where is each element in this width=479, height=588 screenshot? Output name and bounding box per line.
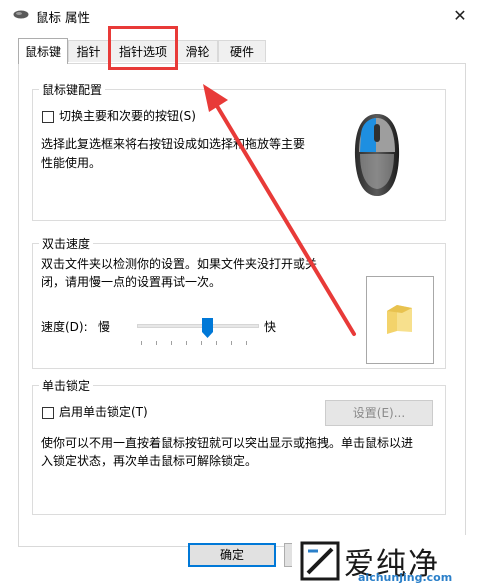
slider-tick — [156, 341, 157, 345]
slider-tick — [216, 341, 217, 345]
tab-buttons[interactable]: 鼠标键 — [18, 38, 68, 64]
slider-tick — [201, 341, 202, 345]
click-lock-settings-button[interactable]: 设置(E)... — [325, 400, 433, 426]
watermark-url: aichunjing.com — [358, 571, 453, 584]
title-bar: 鼠标 属性 ✕ — [0, 0, 479, 32]
slider-tick — [171, 341, 172, 345]
slider-tick — [246, 341, 247, 345]
click-lock-description-2: 入锁定状态，再次单击鼠标可解除锁定。 — [41, 454, 258, 468]
slider-tick — [141, 341, 142, 345]
speed-slider-track[interactable] — [137, 324, 259, 328]
slider-tick — [231, 341, 232, 345]
click-lock-title: 单击锁定 — [39, 377, 94, 394]
annotation-highlight-box — [108, 26, 178, 70]
tab-pointers[interactable]: 指针 — [68, 40, 109, 62]
folder-icon[interactable] — [385, 303, 415, 335]
tab-wheel[interactable]: 滑轮 — [177, 40, 218, 62]
button-config-description-1: 选择此复选框来将右按钮设成如选择和拖放等主要 — [41, 137, 306, 151]
double-click-description-2: 闭，请用慢一点的设置再试一次。 — [41, 275, 222, 289]
switch-buttons-label[interactable]: 切换主要和次要的按钮(S) — [59, 106, 196, 127]
fast-label: 快 — [264, 320, 277, 334]
click-lock-checkbox[interactable] — [42, 407, 54, 419]
double-click-test-area[interactable] — [366, 276, 434, 364]
tab-hardware[interactable]: 硬件 — [218, 40, 266, 62]
slow-label: 慢 — [98, 320, 111, 334]
slider-tick — [186, 341, 187, 345]
close-icon: ✕ — [453, 5, 467, 25]
window-title: 鼠标 属性 — [36, 10, 90, 25]
speed-slider-thumb[interactable] — [202, 318, 213, 338]
mouse-app-icon — [13, 10, 29, 19]
switch-buttons-checkbox[interactable] — [42, 111, 54, 123]
button-config-description-2: 性能使用。 — [41, 156, 102, 170]
ok-button[interactable]: 确定 — [188, 543, 276, 567]
close-button[interactable]: ✕ — [441, 0, 479, 30]
speed-label: 速度(D): — [41, 320, 88, 334]
click-lock-label[interactable]: 启用单击锁定(T) — [59, 402, 148, 423]
mouse-illustration-icon — [354, 114, 400, 196]
watermark-logo — [300, 541, 340, 581]
button-config-title: 鼠标键配置 — [39, 81, 106, 98]
watermark: 爱纯净 aichunjing.com — [292, 535, 479, 588]
double-click-title: 双击速度 — [39, 235, 94, 252]
